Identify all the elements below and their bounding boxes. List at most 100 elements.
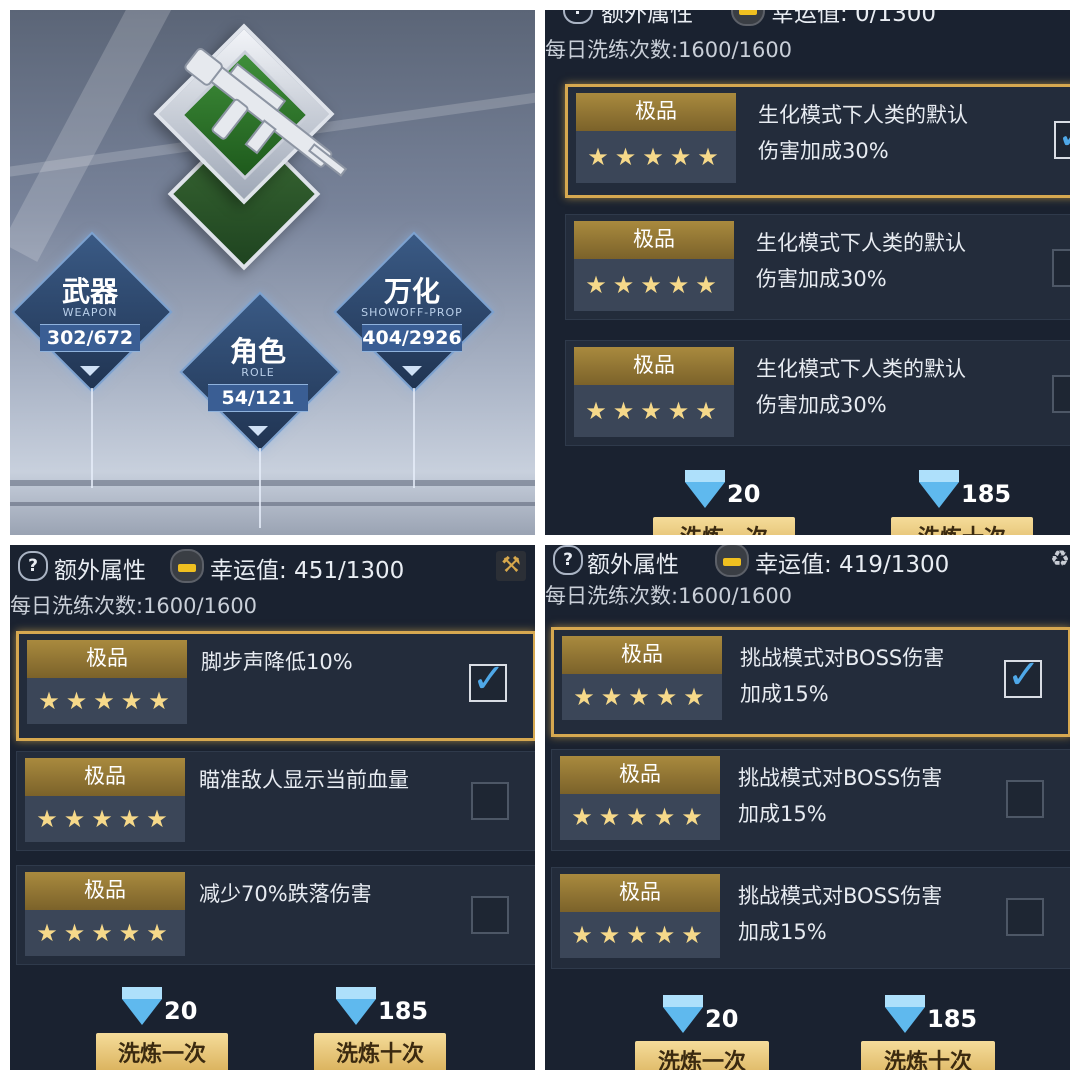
help-icon[interactable]: ? [563, 10, 593, 24]
cost-once-value: 20 [727, 480, 761, 508]
attribute-text: 挑战模式对BOSS伤害 加成15% [738, 878, 1018, 950]
option-checkbox[interactable] [469, 656, 507, 702]
star-rating: ★★★★★ [25, 796, 185, 842]
header-title: 额外属性 [54, 558, 146, 584]
attribute-text: 生化模式下人类的默认 伤害加成30% [756, 225, 1036, 297]
option-checkbox[interactable] [1052, 375, 1070, 413]
luck-value: 幸运值: 451/1300 [210, 558, 405, 584]
reforge-once-button[interactable]: 洗炼一次 [653, 517, 795, 535]
luck-icon [170, 549, 204, 583]
attribute-line-1: 减少70%跌落伤害 [199, 882, 372, 906]
attribute-text: 挑战模式对BOSS伤害 加成15% [738, 760, 1018, 832]
attribute-option[interactable]: 极品 ★★★★★ 脚步声降低10% [16, 631, 535, 741]
diamond-icon [885, 995, 925, 1033]
cost-ten-value: 185 [927, 1005, 978, 1033]
star-rating: ★★★★★ [25, 910, 185, 956]
badge-stem [259, 448, 261, 528]
attribute-option[interactable]: 极品 ★★★★★ 瞄准敌人显示当前血量 [16, 751, 535, 851]
grade-label: 极品 [560, 756, 720, 794]
attribute-option[interactable]: 极品 ★★★★★ 减少70%跌落伤害 [16, 865, 535, 965]
diamond-icon [336, 987, 376, 1025]
reforge-panel-2: ? 额外属性 幸运值: 451/1300 ⚒ 每日洗练次数:1600/1600 … [10, 545, 535, 1070]
cost-ten: 185 [885, 995, 978, 1033]
reforge-once-button[interactable]: 洗炼一次 [96, 1033, 228, 1070]
attribute-text: 脚步声降低10% [201, 644, 481, 680]
badge-count: 404/2926 [362, 324, 462, 352]
luck-icon [715, 545, 749, 577]
grade-label: 极品 [574, 221, 734, 259]
attribute-option[interactable]: 极品 ★★★★★ 挑战模式对BOSS伤害 加成15% [551, 627, 1070, 737]
badge-showoff-prop[interactable]: 万化 SHOWOFF-PROP 404/2926 [333, 231, 495, 393]
option-checkbox[interactable] [1006, 780, 1044, 818]
grade-label: 极品 [25, 758, 185, 796]
help-icon[interactable]: ? [553, 545, 583, 575]
grade-label: 极品 [574, 347, 734, 385]
attribute-text: 减少70%跌落伤害 [199, 876, 479, 912]
badge-stem [91, 388, 93, 488]
light-beam [10, 10, 179, 262]
reforge-tool-icon[interactable]: ⚒ [496, 551, 526, 581]
star-rating: ★★★★★ [560, 794, 720, 840]
option-checkbox[interactable] [471, 782, 509, 820]
badge-subtitle: SHOWOFF-PROP [361, 306, 463, 319]
attribute-line-1: 生化模式下人类的默认 [758, 103, 968, 127]
badge-count: 54/121 [208, 384, 308, 412]
attribute-line-1: 挑战模式对BOSS伤害 [740, 646, 945, 670]
attribute-line-2: 加成15% [738, 802, 827, 826]
option-checkbox[interactable] [1052, 249, 1070, 287]
star-rating: ★★★★★ [27, 678, 187, 724]
reforge-once-button[interactable]: 洗炼一次 [635, 1041, 769, 1070]
attribute-line-1: 挑战模式对BOSS伤害 [738, 884, 943, 908]
grade-label: 极品 [562, 636, 722, 674]
badge-count: 302/672 [40, 324, 140, 352]
option-checkbox[interactable] [1006, 898, 1044, 936]
attribute-option[interactable]: 极品 ★★★★★ 生化模式下人类的默认 伤害加成30% [565, 84, 1070, 198]
attribute-text: 生化模式下人类的默认 伤害加成30% [756, 351, 1036, 423]
option-checkbox[interactable] [1004, 652, 1042, 698]
daily-count: 每日洗练次数:1600/1600 [545, 38, 793, 62]
daily-count: 每日洗练次数:1600/1600 [545, 584, 793, 608]
reforge-ten-button[interactable]: 洗炼十次 [891, 517, 1033, 535]
attribute-text: 生化模式下人类的默认 伤害加成30% [758, 97, 1038, 169]
attribute-option[interactable]: 极品 ★★★★★ 生化模式下人类的默认 伤害加成30% [565, 214, 1070, 320]
help-icon[interactable]: ? [18, 551, 48, 581]
grade-label: 极品 [25, 872, 185, 910]
header: ? 额外属性 幸运值: 0/1300 [545, 10, 1070, 32]
cost-once-value: 20 [705, 1005, 739, 1033]
badge-stem [413, 388, 415, 488]
diamond-icon [663, 995, 703, 1033]
grade-label: 极品 [560, 874, 720, 912]
floor-line [10, 502, 535, 506]
cost-ten: 185 [919, 470, 1011, 508]
option-checkbox[interactable] [471, 896, 509, 934]
grade-label: 极品 [27, 640, 187, 678]
badge-title: 万化 [383, 275, 440, 308]
rifle-icon [184, 48, 348, 177]
header-title: 额外属性 [587, 552, 679, 578]
cost-ten: 185 [336, 987, 428, 1025]
star-rating: ★★★★★ [562, 674, 722, 720]
cost-once: 20 [663, 995, 739, 1033]
pointer-triangle [248, 426, 268, 436]
attribute-line-2: 伤害加成30% [756, 393, 887, 417]
attribute-line-2: 伤害加成30% [756, 267, 887, 291]
attribute-option[interactable]: 极品 ★★★★★ 挑战模式对BOSS伤害 加成15% [551, 749, 1070, 851]
cost-once: 20 [685, 470, 761, 508]
cost-once-value: 20 [164, 997, 198, 1025]
floor-line [10, 480, 535, 486]
badge-weapon[interactable]: 武器 WEAPON 302/672 [11, 231, 173, 393]
attribute-line-1: 生化模式下人类的默认 [756, 231, 966, 255]
header-title: 额外属性 [601, 10, 693, 27]
attribute-line-1: 瞄准敌人显示当前血量 [199, 768, 409, 792]
option-checkbox[interactable] [1054, 113, 1070, 159]
diamond-icon [685, 470, 725, 508]
attribute-option[interactable]: 极品 ★★★★★ 生化模式下人类的默认 伤害加成30% [565, 340, 1070, 446]
reforge-ten-button[interactable]: 洗炼十次 [314, 1033, 446, 1070]
refresh-icon[interactable]: ♻ [1045, 545, 1070, 575]
badge-role[interactable]: 角色 ROLE 54/121 [179, 291, 341, 453]
attribute-option[interactable]: 极品 ★★★★★ 挑战模式对BOSS伤害 加成15% [551, 867, 1070, 969]
star-rating: ★★★★★ [574, 385, 734, 437]
reforge-ten-button[interactable]: 洗炼十次 [861, 1041, 995, 1070]
star-rating: ★★★★★ [560, 912, 720, 958]
pointer-triangle [80, 366, 100, 376]
